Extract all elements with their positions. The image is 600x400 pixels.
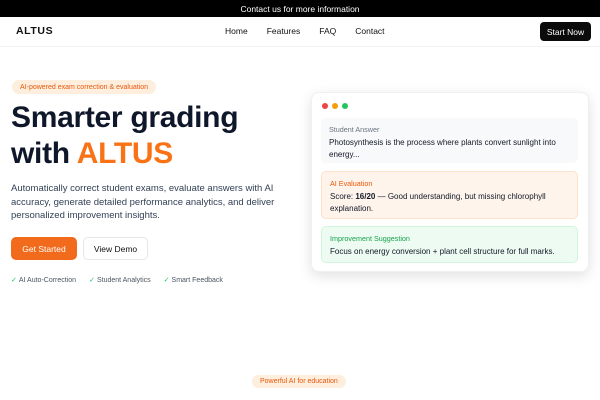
- improvement-suggestion-text: Focus on energy conversion + plant cell …: [330, 247, 555, 256]
- green-dot-icon: [342, 103, 348, 109]
- feature-label: Smart Feedback: [171, 276, 223, 284]
- navbar: ALTUS Home Features FAQ Contact Start No…: [0, 17, 600, 47]
- feature-item: ✓ Student Analytics: [89, 276, 151, 285]
- feature-label: Student Analytics: [96, 276, 151, 284]
- headline-line-1: Smarter grading: [11, 101, 239, 134]
- section-badge: Powerful AI for education: [252, 375, 346, 388]
- feature-label: AI Auto-Correction: [18, 276, 77, 284]
- ai-evaluation-panel: AI Evaluation Score: 16/20 — Good unders…: [321, 171, 578, 219]
- announcement-bar: Contact us for more information: [0, 0, 600, 17]
- nav-link-home[interactable]: Home: [225, 26, 248, 36]
- red-dot-icon: [322, 103, 328, 109]
- demo-card: Student Answer Photosynthesis is the pro…: [311, 92, 589, 272]
- improvement-suggestion-panel: Improvement Suggestion Focus on energy c…: [321, 226, 578, 263]
- start-now-button[interactable]: Start Now: [540, 22, 591, 41]
- hero-description: Automatically correct student exams, eva…: [11, 183, 275, 221]
- view-demo-button[interactable]: View Demo: [83, 237, 148, 260]
- feature-item: ✓ AI Auto-Correction: [11, 276, 77, 285]
- nav-links: Home Features FAQ Contact: [225, 26, 404, 36]
- headline-accent: ALTUS: [76, 137, 174, 170]
- yellow-dot-icon: [332, 103, 338, 109]
- improvement-suggestion-title: Improvement Suggestion: [330, 234, 410, 243]
- nav-link-features[interactable]: Features: [267, 26, 301, 36]
- get-started-button[interactable]: Get Started: [11, 237, 77, 260]
- announcement-text[interactable]: Contact us for more information: [240, 4, 359, 14]
- student-answer-text: Photosynthesis is the process where plan…: [329, 138, 556, 159]
- nav-link-faq[interactable]: FAQ: [319, 26, 336, 36]
- ai-evaluation-title: AI Evaluation: [330, 179, 373, 188]
- hero-headline: Smarter grading with ALTUS: [11, 100, 239, 172]
- score-label: Score:: [330, 192, 356, 201]
- feature-list: ✓ AI Auto-Correction ✓ Student Analytics…: [11, 276, 236, 285]
- check-icon: ✓: [89, 277, 95, 284]
- logo[interactable]: ALTUS: [16, 25, 53, 37]
- hero-badge: AI-powered exam correction & evaluation: [12, 80, 157, 94]
- score-value: 16/20: [355, 192, 376, 201]
- nav-link-contact[interactable]: Contact: [355, 26, 384, 36]
- window-controls: [322, 103, 348, 109]
- student-answer-title: Student Answer: [329, 125, 380, 134]
- ai-evaluation-text: Score: 16/20 — Good understanding, but m…: [330, 191, 569, 215]
- check-icon: ✓: [11, 277, 17, 284]
- check-icon: ✓: [163, 277, 170, 284]
- student-answer-panel: Student Answer Photosynthesis is the pro…: [321, 118, 578, 163]
- headline-with: with: [11, 137, 77, 170]
- feature-item: ✓ Smart Feedback: [163, 276, 223, 285]
